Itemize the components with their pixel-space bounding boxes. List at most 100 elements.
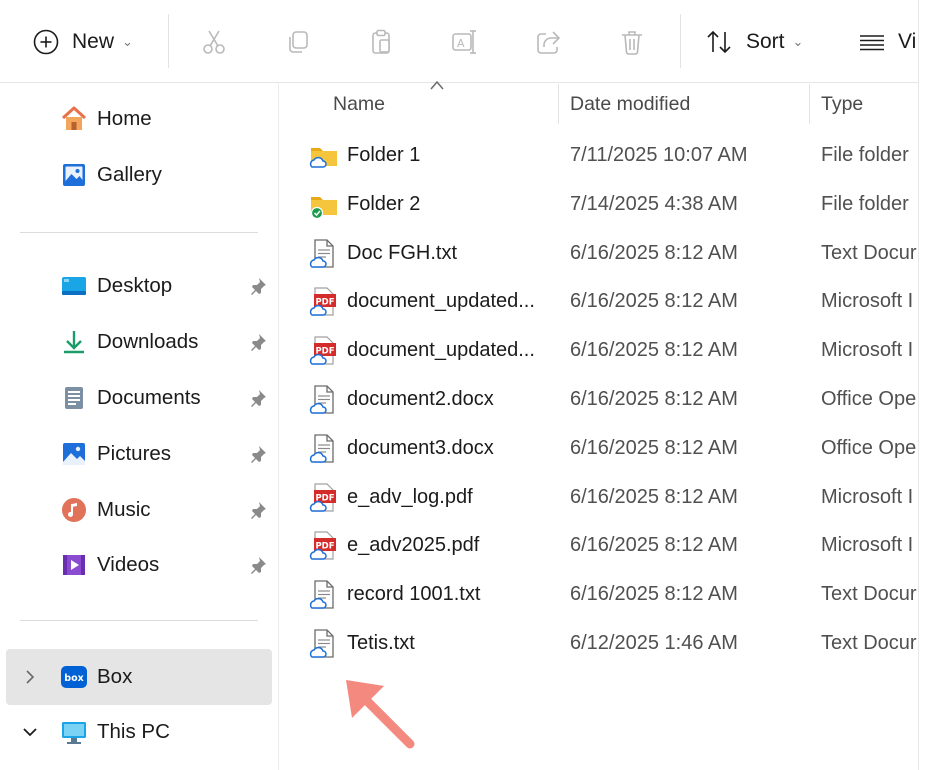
column-header-date-modified[interactable]: Date modified <box>570 82 690 126</box>
sort-button[interactable]: Sort ⌄ <box>704 24 803 60</box>
file-type: Microsoft I <box>821 485 914 508</box>
file-type: Office Ope <box>821 436 917 459</box>
view-button[interactable]: Vi <box>858 24 916 60</box>
svg-text:box: box <box>64 673 83 684</box>
file-type: Microsoft I <box>821 290 914 313</box>
column-header-label: Date modified <box>570 92 691 115</box>
sidebar-item-label: Documents <box>97 386 201 409</box>
file-name: Folder 1 <box>347 144 421 166</box>
file-explorer-window: New ⌄ A Sort ⌄ Vi Home Gallery Desktop D… <box>0 0 919 770</box>
file-row[interactable]: document2.docx 6/16/2025 8:12 AM Office Op… <box>279 376 918 425</box>
sidebar-divider <box>20 232 258 233</box>
column-divider[interactable] <box>809 84 810 124</box>
delete-icon[interactable] <box>614 24 650 60</box>
chevron-down-icon[interactable] <box>22 724 38 740</box>
file-date-modified: 6/16/2025 8:12 AM <box>570 583 738 606</box>
text-file-icon <box>309 579 339 611</box>
copy-icon[interactable] <box>280 24 316 60</box>
file-row[interactable]: Folder 2 7/14/2025 4:38 AM File folder <box>279 181 918 230</box>
rename-icon[interactable]: A <box>446 24 482 60</box>
sort-arrows-icon <box>704 27 734 57</box>
file-type: Microsoft I <box>821 534 914 557</box>
sidebar-item-label: Pictures <box>97 442 172 465</box>
sidebar-item-home[interactable]: Home <box>0 97 278 141</box>
file-date-modified: 6/16/2025 8:12 AM <box>570 436 738 459</box>
view-button-label: Vi <box>898 30 917 53</box>
file-date-modified: 7/11/2025 10:07 AM <box>570 144 748 166</box>
paste-icon[interactable] <box>363 24 399 60</box>
file-name: Tetis.txt <box>347 632 415 654</box>
column-header-name[interactable]: Name <box>333 82 385 126</box>
sidebar-item-label: Box <box>97 665 133 688</box>
sidebar-item-downloads[interactable]: Downloads <box>0 320 278 364</box>
column-header-type[interactable]: Type <box>821 82 863 126</box>
file-type: File folder <box>821 144 909 166</box>
pin-icon[interactable] <box>248 444 268 464</box>
file-type: File folder <box>821 192 909 215</box>
sidebar-item-documents[interactable]: Documents <box>0 376 278 420</box>
file-list: Name Date modified Type Folder 1 7/11/202… <box>279 80 918 770</box>
pictures-icon <box>60 440 88 468</box>
navigation-pane: Home Gallery Desktop Downloads Documents… <box>0 82 279 770</box>
pdf-file-icon: PDF <box>309 286 339 318</box>
file-type: Office Ope <box>821 388 917 410</box>
downloads-icon <box>60 328 88 356</box>
folder-icon <box>309 140 339 172</box>
toolbar-divider <box>680 14 681 68</box>
sidebar-item-label: Desktop <box>97 274 173 297</box>
file-name: record 1001.txt <box>347 583 481 606</box>
file-row[interactable]: PDF e_adv_log.pdf 6/16/2025 8:12 AM Microso… <box>279 474 918 523</box>
file-date-modified: 7/14/2025 4:38 AM <box>570 192 738 215</box>
file-name: Doc FGH.txt <box>347 241 458 264</box>
file-row[interactable]: record 1001.txt 6/16/2025 8:12 AM Text Doc… <box>279 571 918 620</box>
pdf-file-icon: PDF <box>309 530 339 562</box>
new-button[interactable]: New ⌄ <box>32 24 133 60</box>
pin-icon[interactable] <box>248 555 268 575</box>
sidebar-item-this-pc[interactable]: This PC <box>0 710 278 754</box>
text-file-icon <box>309 433 339 465</box>
pointer-arrow-icon <box>340 676 420 756</box>
file-date-modified: 6/12/2025 1:46 AM <box>570 632 738 654</box>
view-lines-icon <box>858 28 886 56</box>
chevron-right-icon[interactable] <box>22 669 38 685</box>
sidebar-item-desktop[interactable]: Desktop <box>0 264 278 308</box>
sidebar-item-pictures[interactable]: Pictures <box>0 432 278 476</box>
cut-icon[interactable] <box>196 24 232 60</box>
file-row[interactable]: Tetis.txt 6/12/2025 1:46 AM Text Docur <box>279 620 918 669</box>
sidebar-item-label: Videos <box>97 553 160 576</box>
share-icon[interactable] <box>530 24 566 60</box>
videos-icon <box>60 551 88 579</box>
sidebar-item-label: Gallery <box>97 163 162 186</box>
file-type: Text Docur <box>821 583 917 606</box>
folder-icon <box>309 189 339 221</box>
file-row[interactable]: PDF document_updated... 6/16/2025 8:12 AM M… <box>279 278 918 327</box>
pin-icon[interactable] <box>248 276 268 296</box>
sidebar-item-box[interactable]: box Box <box>6 649 272 705</box>
file-name: document2.docx <box>347 388 494 410</box>
svg-text:A: A <box>457 37 465 50</box>
chevron-down-icon: ⌄ <box>122 34 133 49</box>
text-file-icon <box>309 628 339 660</box>
file-date-modified: 6/16/2025 8:12 AM <box>570 339 738 362</box>
file-row[interactable]: PDF e_adv2025.pdf 6/16/2025 8:12 AM Microso… <box>279 522 918 571</box>
file-name: e_adv_log.pdf <box>347 485 473 508</box>
sidebar-item-label: This PC <box>97 720 170 743</box>
sidebar-item-label: Music <box>97 498 151 521</box>
gallery-icon <box>60 161 88 189</box>
file-name: e_adv2025.pdf <box>347 534 480 557</box>
column-divider[interactable] <box>558 84 559 124</box>
file-row[interactable]: document3.docx 6/16/2025 8:12 AM Office Op… <box>279 425 918 474</box>
file-type: Text Docur <box>821 632 917 654</box>
file-row[interactable]: PDF document_updated... 6/16/2025 8:12 AM M… <box>279 327 918 376</box>
sidebar-item-videos[interactable]: Videos <box>0 543 278 587</box>
music-icon <box>60 496 88 524</box>
sidebar-divider <box>20 620 258 621</box>
pin-icon[interactable] <box>248 500 268 520</box>
pin-icon[interactable] <box>248 332 268 352</box>
pin-icon[interactable] <box>248 388 268 408</box>
sidebar-item-gallery[interactable]: Gallery <box>0 153 278 197</box>
file-row[interactable]: Doc FGH.txt 6/16/2025 8:12 AM Text Docur <box>279 230 918 279</box>
file-row[interactable]: Folder 1 7/11/2025 10:07 AM File folder <box>279 132 918 181</box>
file-date-modified: 6/16/2025 8:12 AM <box>570 485 738 508</box>
sidebar-item-music[interactable]: Music <box>0 488 278 532</box>
